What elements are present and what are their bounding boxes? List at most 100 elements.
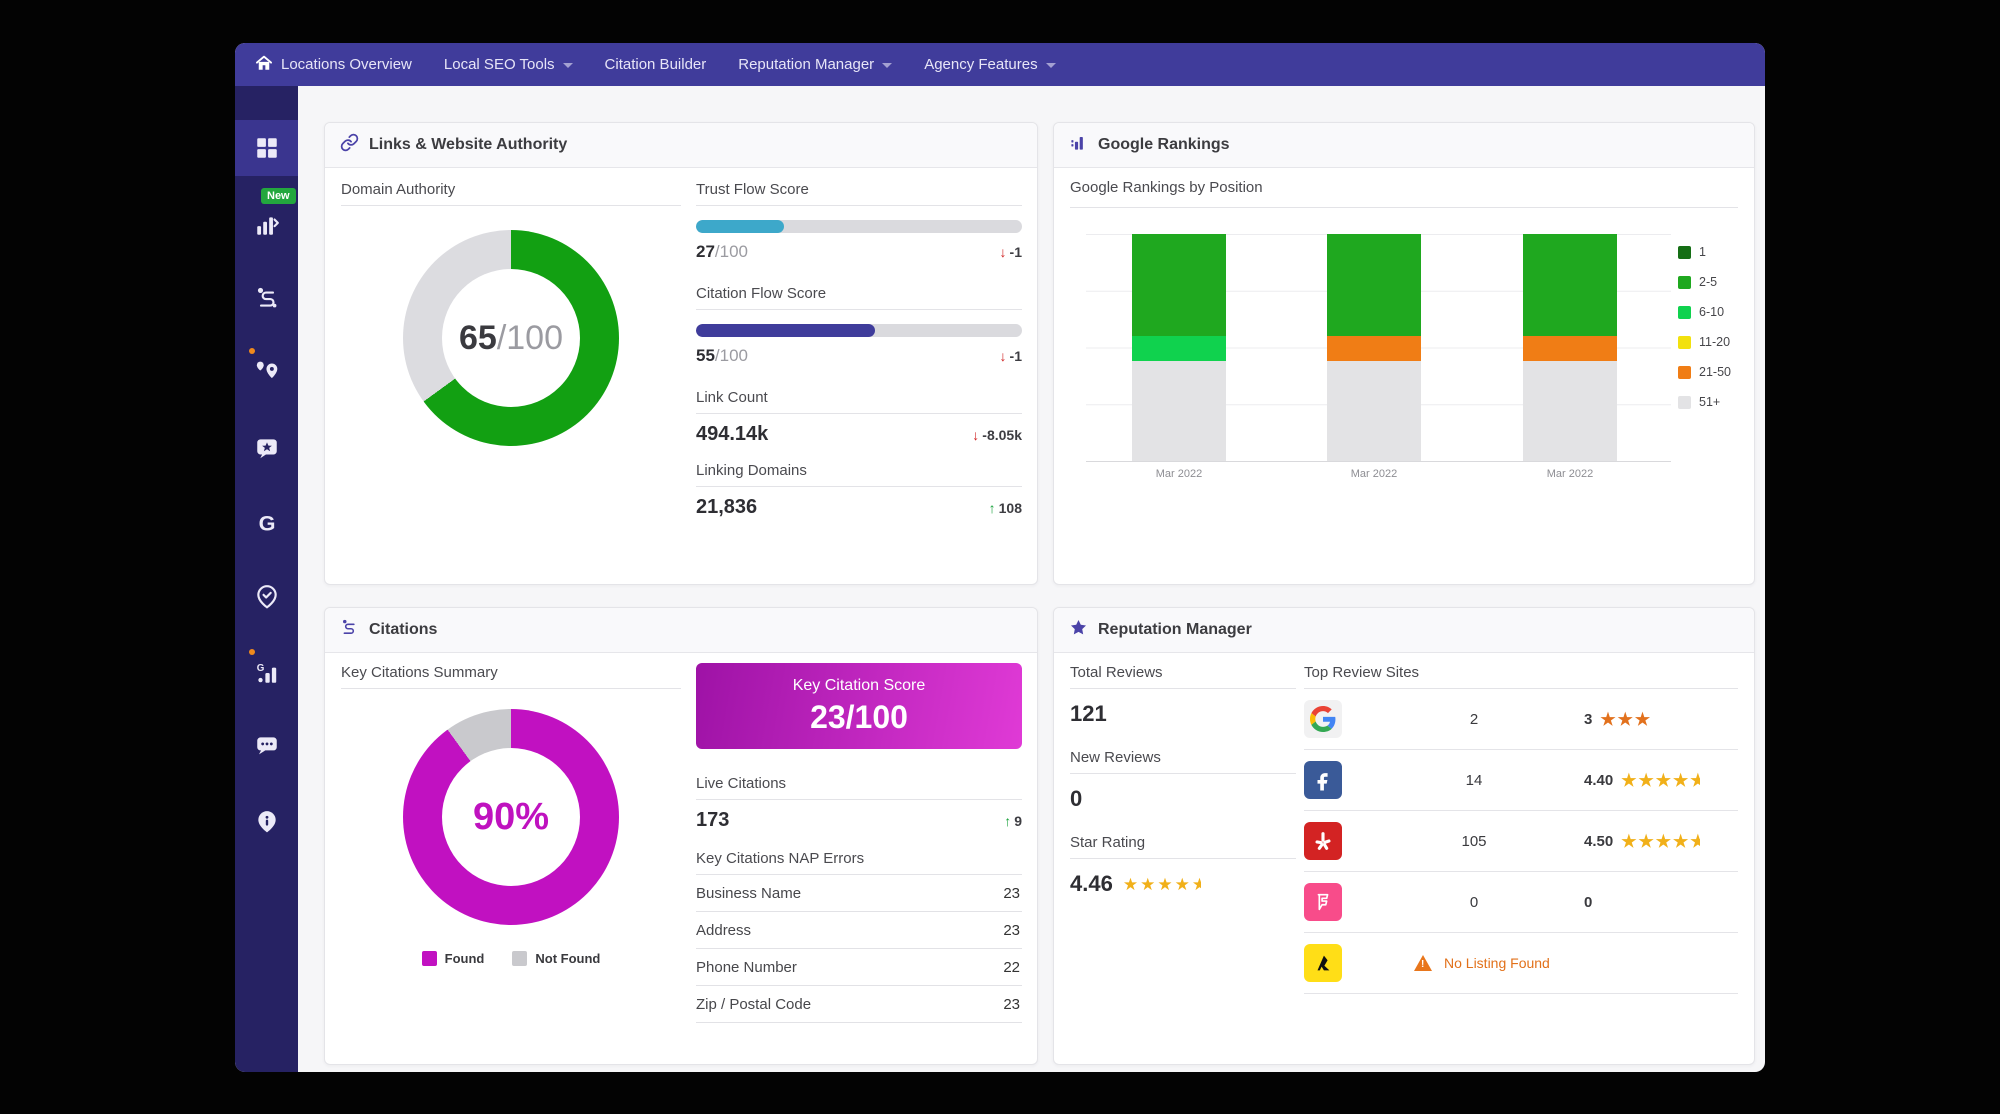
live-citations-value: 173 bbox=[696, 809, 729, 832]
panel-title: Links & Website Authority bbox=[369, 136, 567, 154]
legend-item: 21-50 bbox=[1678, 365, 1731, 379]
citation-flow-label: Citation Flow Score bbox=[696, 285, 1022, 310]
sidebar: New G bbox=[235, 86, 298, 1072]
facebook-logo-icon[interactable] bbox=[1304, 761, 1342, 799]
pin-check-icon bbox=[254, 584, 280, 610]
top-review-sites-label: Top Review Sites bbox=[1304, 664, 1738, 689]
panel-header: Reputation Manager bbox=[1054, 608, 1754, 653]
google-logo-icon[interactable] bbox=[1304, 700, 1342, 738]
sidebar-item-audit[interactable] bbox=[235, 569, 298, 625]
citation-flow-value: 55/100 bbox=[696, 346, 748, 366]
x-axis-label: Mar 2022 bbox=[1523, 468, 1617, 480]
bar-segment-2-5 bbox=[1132, 234, 1226, 336]
sidebar-item-messages[interactable] bbox=[235, 717, 298, 773]
link-count-value: 494.14k bbox=[696, 423, 768, 446]
legend-item: 11-20 bbox=[1678, 335, 1731, 349]
nav-agency-features[interactable]: Agency Features bbox=[924, 56, 1055, 73]
citation-flow-delta: ↓-1 bbox=[1000, 348, 1022, 364]
citations-route-icon bbox=[340, 618, 359, 642]
key-citations-summary-label: Key Citations Summary bbox=[341, 664, 681, 689]
arrow-up-icon: ↑ bbox=[1004, 813, 1011, 829]
panel-links-website-authority: Links & Website Authority Domain Authori… bbox=[324, 122, 1038, 585]
review-count: 14 bbox=[1364, 772, 1584, 789]
total-reviews-label: Total Reviews bbox=[1070, 664, 1296, 689]
arrow-down-icon: ↓ bbox=[1000, 348, 1007, 364]
nav-local-seo-tools[interactable]: Local SEO Tools bbox=[444, 56, 573, 73]
foursquare-logo-icon[interactable] bbox=[1304, 883, 1342, 921]
sidebar-item-info[interactable] bbox=[235, 794, 298, 850]
sidebar-item-citations[interactable] bbox=[235, 270, 298, 326]
table-row: Address23 bbox=[696, 912, 1022, 949]
screen: Locations Overview Local SEO Tools Citat… bbox=[0, 0, 2000, 1114]
citations-metrics-column: Key Citation Score 23/100 Live Citations… bbox=[696, 663, 1022, 1023]
review-site-row-google: 2 3★★★ bbox=[1304, 689, 1738, 750]
bar-segment-2-5 bbox=[1523, 234, 1617, 336]
review-count: 105 bbox=[1364, 833, 1584, 850]
nav-label: Citation Builder bbox=[605, 56, 707, 73]
pin-info-icon bbox=[254, 809, 280, 835]
sidebar-item-dashboard[interactable] bbox=[235, 120, 298, 176]
legend-item: 51+ bbox=[1678, 395, 1731, 409]
live-citations-metric: Live Citations 173 ↑9 bbox=[696, 775, 1022, 832]
citations-donut: 90% bbox=[403, 709, 619, 925]
chat-bubble-icon bbox=[254, 732, 280, 758]
linking-domains-label: Linking Domains bbox=[696, 462, 1022, 487]
svg-text:G: G bbox=[258, 511, 275, 536]
link-icon bbox=[340, 133, 359, 157]
review-count: 0 bbox=[1364, 894, 1584, 911]
sidebar-item-local-search[interactable] bbox=[235, 342, 298, 398]
bar-segment-2-5 bbox=[1327, 234, 1421, 336]
chevron-down-icon bbox=[563, 63, 573, 68]
panel-header: Links & Website Authority bbox=[325, 123, 1037, 168]
table-row: Zip / Postal Code23 bbox=[696, 986, 1022, 1023]
review-rating: 4.40★★★★★ bbox=[1584, 772, 1738, 789]
legend-not-found: Not Found bbox=[512, 951, 600, 966]
trust-flow-bar bbox=[696, 220, 1022, 233]
table-row: Business Name23 bbox=[696, 875, 1022, 912]
review-rating: 4.50★★★★★ bbox=[1584, 833, 1738, 850]
bar-segment-51+ bbox=[1327, 361, 1421, 461]
sidebar-item-rankings[interactable] bbox=[235, 197, 298, 253]
panel-google-rankings: Google Rankings Google Rankings by Posit… bbox=[1053, 122, 1755, 585]
nav-citation-builder[interactable]: Citation Builder bbox=[605, 56, 707, 73]
star-rating-stars: ★★★★★ bbox=[1123, 876, 1201, 893]
yelp-logo-icon[interactable] bbox=[1304, 822, 1342, 860]
nav-reputation-manager[interactable]: Reputation Manager bbox=[738, 56, 892, 73]
panel-title: Reputation Manager bbox=[1098, 621, 1252, 639]
rankings-chart-legend: 12-56-1011-2021-5051+ bbox=[1678, 245, 1731, 425]
links-metrics-column: Trust Flow Score 27/100 ↓-1 Citation Flo… bbox=[696, 181, 1022, 542]
new-reviews-metric: New Reviews 0 bbox=[1070, 749, 1296, 812]
review-site-row-yelp: 105 4.50★★★★★ bbox=[1304, 811, 1738, 872]
chevron-down-icon bbox=[882, 63, 892, 68]
panel-reputation-manager: Reputation Manager Total Reviews 121 New… bbox=[1053, 607, 1755, 1065]
review-site-row-yellowpages: No Listing Found bbox=[1304, 933, 1738, 994]
arrow-up-icon: ↑ bbox=[989, 500, 996, 516]
domain-authority-score: 65/100 bbox=[459, 319, 563, 358]
link-count-label: Link Count bbox=[696, 389, 1022, 414]
trust-flow-value: 27/100 bbox=[696, 242, 748, 262]
sidebar-item-google[interactable]: G bbox=[235, 495, 298, 551]
nav-locations-overview[interactable]: Locations Overview bbox=[255, 54, 412, 76]
chevron-down-icon bbox=[1046, 63, 1056, 68]
linking-domains-delta: ↑108 bbox=[989, 500, 1022, 516]
sidebar-item-google-analytics[interactable]: G bbox=[235, 645, 298, 701]
sidebar-item-reviews[interactable] bbox=[235, 420, 298, 476]
rankings-bar bbox=[1523, 234, 1617, 461]
citations-donut-legend: Found Not Found bbox=[341, 951, 681, 966]
citation-flow-bar bbox=[696, 324, 1022, 337]
domain-authority-donut: 65/100 bbox=[403, 230, 619, 446]
x-axis-label: Mar 2022 bbox=[1132, 468, 1226, 480]
rankings-chart-plot bbox=[1086, 234, 1671, 462]
reputation-summary-column: Total Reviews 121 New Reviews 0 Star Rat… bbox=[1070, 664, 1296, 919]
home-icon bbox=[255, 54, 273, 76]
trending-chart-icon bbox=[254, 212, 280, 238]
google-g-icon: G bbox=[254, 510, 280, 536]
nav-label: Reputation Manager bbox=[738, 56, 874, 73]
yellowpages-logo-icon[interactable] bbox=[1304, 944, 1342, 982]
panel-header: Citations bbox=[325, 608, 1037, 653]
rankings-bar bbox=[1132, 234, 1226, 461]
star-rating-value: 4.46 bbox=[1070, 871, 1113, 897]
review-star-bubble-icon bbox=[254, 435, 280, 461]
map-pins-icon bbox=[254, 357, 280, 383]
top-navbar: Locations Overview Local SEO Tools Citat… bbox=[235, 43, 1765, 86]
